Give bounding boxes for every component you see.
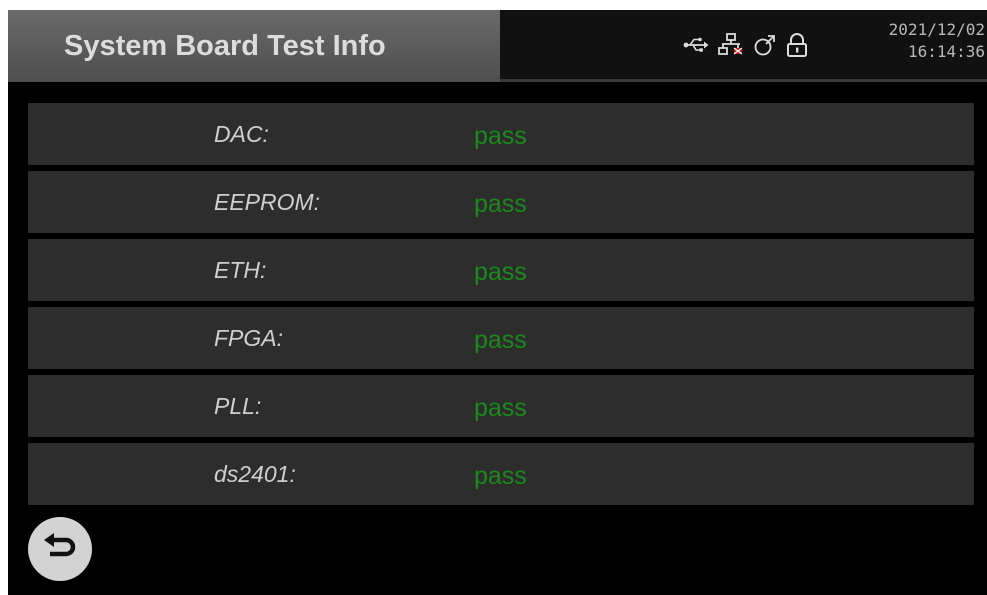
test-row-fpga: FPGA: pass: [28, 307, 974, 369]
test-label: FPGA:: [214, 325, 284, 351]
signal-icon: [753, 33, 777, 57]
test-label: ds2401:: [214, 461, 296, 487]
return-icon: [42, 532, 78, 567]
datetime: 2021/12/02 16:14:36: [889, 19, 985, 63]
test-results-list: DAC: pass EEPROM: pass ETH: pass FPGA: p…: [28, 103, 974, 511]
network-icon: [718, 32, 744, 58]
test-label: EEPROM:: [214, 189, 321, 215]
lock-icon: [786, 32, 808, 58]
test-result: pass: [474, 122, 527, 150]
test-result: pass: [474, 258, 527, 286]
test-result: pass: [474, 462, 527, 490]
test-row-dac: DAC: pass: [28, 103, 974, 165]
test-label: PLL:: [214, 393, 262, 419]
screen: System Board Test Info 2021/12/02 16:14:…: [8, 10, 987, 595]
test-row-eth: ETH: pass: [28, 239, 974, 301]
status-bar: 2021/12/02 16:14:36: [500, 10, 987, 82]
test-row-pll: PLL: pass: [28, 375, 974, 437]
title-bar: System Board Test Info: [8, 10, 500, 82]
test-row-ds2401: ds2401: pass: [28, 443, 974, 505]
test-result: pass: [474, 326, 527, 354]
test-row-eeprom: EEPROM: pass: [28, 171, 974, 233]
test-result: pass: [474, 190, 527, 218]
page-title: System Board Test Info: [64, 29, 386, 62]
usb-icon: [683, 36, 709, 54]
test-result: pass: [474, 394, 527, 422]
status-icons: [683, 30, 808, 60]
test-label: DAC:: [214, 121, 269, 147]
date-text: 2021/12/02: [888, 20, 985, 39]
back-button[interactable]: [28, 517, 92, 581]
time-text: 16:14:36: [907, 42, 985, 61]
test-label: ETH:: [214, 257, 267, 283]
